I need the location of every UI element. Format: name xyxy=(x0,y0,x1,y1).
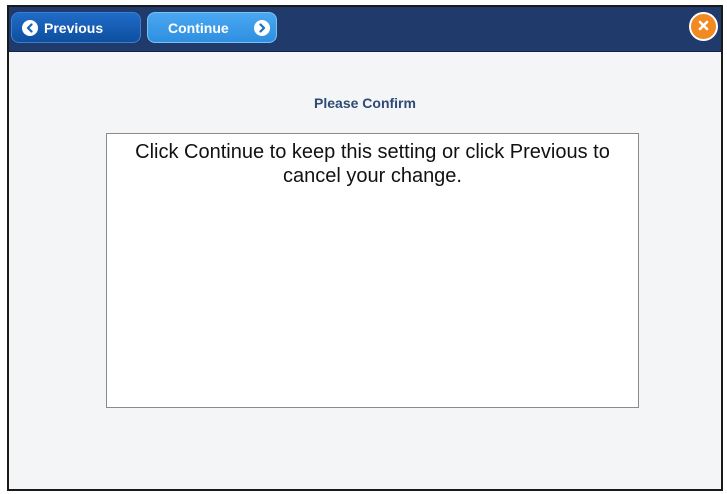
continue-button-label: Continue xyxy=(168,19,229,36)
dialog-window: Previous Continue Please Confirm Click C… xyxy=(7,5,723,491)
close-icon xyxy=(698,18,709,36)
continue-button[interactable]: Continue xyxy=(147,12,277,43)
toolbar: Previous Continue xyxy=(9,7,721,52)
message-text: Click Continue to keep this setting or c… xyxy=(135,141,610,187)
previous-button-label: Previous xyxy=(44,19,104,36)
chevron-right-icon xyxy=(254,20,270,36)
dialog-title: Please Confirm xyxy=(314,95,416,111)
previous-button[interactable]: Previous xyxy=(11,12,141,43)
message-box: Click Continue to keep this setting or c… xyxy=(106,133,639,408)
chevron-left-icon xyxy=(22,19,38,36)
close-button[interactable] xyxy=(689,12,718,41)
